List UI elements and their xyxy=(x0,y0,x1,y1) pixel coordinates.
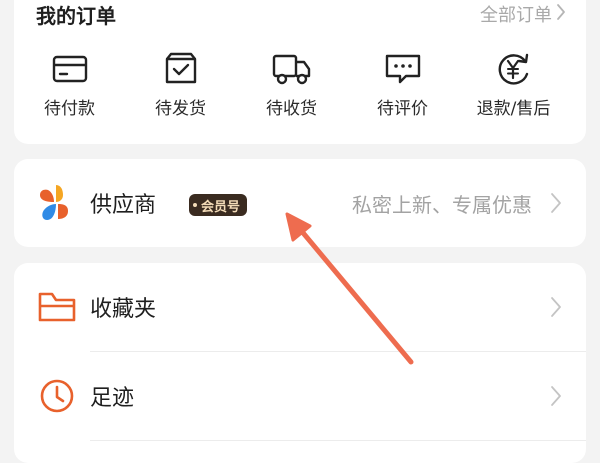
menu-item-label: 足迹 xyxy=(90,386,135,411)
chevron-right-icon xyxy=(556,3,566,26)
order-item-pending-review[interactable]: 待评价 xyxy=(347,46,458,119)
member-badge-label: 会员号 xyxy=(201,199,241,215)
all-orders-link[interactable]: 全部订单 xyxy=(480,1,566,27)
menu-item-favorites[interactable]: 收藏夹 xyxy=(14,263,586,351)
orders-title: 我的订单 xyxy=(36,4,116,28)
folder-icon xyxy=(36,286,78,328)
member-badge: 会员号 xyxy=(189,194,248,216)
orders-header: 我的订单 全部订单 xyxy=(36,0,566,28)
truck-icon xyxy=(269,46,315,92)
card-icon xyxy=(47,46,93,92)
order-item-label: 待付款 xyxy=(44,99,95,119)
menu-card: 收藏夹 足迹 xyxy=(14,263,586,463)
chevron-right-icon xyxy=(550,296,562,322)
refund-yen-icon xyxy=(491,46,537,92)
supplier-logo-icon xyxy=(36,182,78,224)
clock-icon xyxy=(36,375,78,417)
menu-item-footprint[interactable]: 足迹 xyxy=(14,352,586,440)
order-item-label: 待评价 xyxy=(377,99,428,119)
order-item-label: 退款/售后 xyxy=(476,99,551,119)
comment-icon xyxy=(380,46,426,92)
all-orders-label: 全部订单 xyxy=(480,5,552,26)
orders-card: 我的订单 全部订单 待付款 待发货 待收货 待评价 退款/售后 xyxy=(14,0,586,144)
chevron-right-icon xyxy=(550,385,562,411)
order-status-row: 待付款 待发货 待收货 待评价 退款/售后 xyxy=(14,46,586,119)
menu-item-label: 收藏夹 xyxy=(90,297,157,322)
chevron-right-icon xyxy=(550,192,562,218)
order-item-label: 待收货 xyxy=(266,99,317,119)
box-check-icon xyxy=(158,46,204,92)
divider xyxy=(90,440,586,441)
order-item-refund[interactable]: 退款/售后 xyxy=(458,46,569,119)
order-item-pending-payment[interactable]: 待付款 xyxy=(14,46,125,119)
supplier-description: 私密上新、专属优惠 xyxy=(352,192,532,217)
supplier-card: 供应商 会员号 私密上新、专属优惠 xyxy=(14,159,586,247)
supplier-label: 供应商 xyxy=(90,193,157,218)
order-item-pending-receipt[interactable]: 待收货 xyxy=(236,46,347,119)
supplier-row[interactable]: 供应商 会员号 私密上新、专属优惠 xyxy=(14,159,586,247)
order-item-label: 待发货 xyxy=(155,99,206,119)
badge-dot xyxy=(193,203,197,207)
order-item-pending-shipment[interactable]: 待发货 xyxy=(125,46,236,119)
